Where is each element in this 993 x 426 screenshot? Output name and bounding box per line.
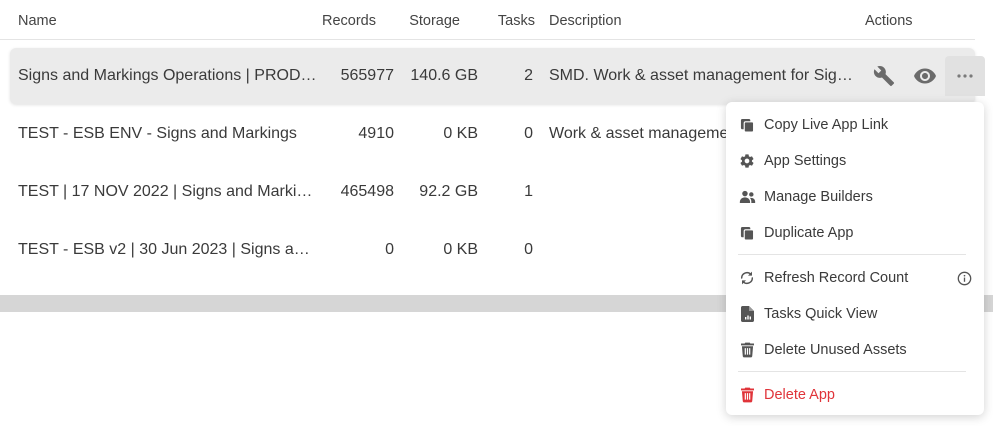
menu-item-app-settings[interactable]: App Settings — [726, 146, 984, 176]
app-name[interactable]: TEST - ESB v2 | 30 Jun 2023 | Signs and … — [18, 241, 318, 259]
trash-icon — [738, 386, 756, 404]
table-row[interactable]: Signs and Markings Operations | PRODUCTI… — [10, 48, 985, 104]
refresh-icon — [738, 269, 756, 287]
menu-item-label: Manage Builders — [764, 189, 873, 205]
menu-item-label: Delete App — [764, 387, 835, 403]
tasks-count: 1 — [524, 183, 533, 200]
tasks-count: 0 — [524, 241, 533, 258]
app-name[interactable]: TEST | 17 NOV 2022 | Signs and Markings — [18, 183, 318, 201]
trash-icon — [738, 341, 756, 359]
storage-size: 0 KB — [443, 125, 478, 142]
menu-item-duplicate-app[interactable]: Duplicate App — [726, 218, 984, 248]
header-description[interactable]: Description — [549, 13, 622, 29]
menu-item-copy-live-app-link[interactable]: Copy Live App Link — [726, 110, 984, 140]
copy-icon — [738, 116, 756, 134]
menu-item-label: Delete Unused Assets — [764, 342, 907, 358]
header-records[interactable]: Records — [322, 13, 376, 29]
storage-size: 0 KB — [443, 241, 478, 258]
duplicate-icon — [738, 224, 756, 242]
more-options-icon[interactable] — [945, 56, 985, 96]
header-storage[interactable]: Storage — [409, 13, 460, 29]
records-count: 0 — [385, 241, 394, 258]
app-name[interactable]: Signs and Markings Operations | PRODUCTI… — [18, 67, 318, 85]
menu-divider — [738, 254, 966, 255]
tasks-count: 2 — [524, 67, 533, 84]
menu-item-manage-builders[interactable]: Manage Builders — [726, 182, 984, 212]
menu-item-label: Tasks Quick View — [764, 306, 878, 322]
info-icon[interactable] — [956, 270, 972, 286]
menu-item-label: Duplicate App — [764, 225, 854, 241]
app-actions-menu: Copy Live App Link App Settings Manage B… — [726, 102, 984, 415]
records-count: 465498 — [340, 183, 394, 200]
menu-item-label: Refresh Record Count — [764, 270, 909, 286]
menu-item-delete-app[interactable]: Delete App — [726, 380, 984, 410]
records-count: 4910 — [358, 125, 394, 142]
menu-item-tasks-quick-view[interactable]: Tasks Quick View — [726, 299, 984, 329]
header-name[interactable]: Name — [18, 13, 57, 29]
storage-size: 92.2 GB — [419, 183, 478, 200]
users-icon — [738, 188, 756, 206]
menu-item-label: App Settings — [764, 153, 847, 169]
menu-item-label: Copy Live App Link — [764, 117, 889, 133]
menu-item-refresh-record-count[interactable]: Refresh Record Count — [726, 263, 984, 293]
wrench-icon[interactable] — [868, 60, 900, 92]
header-tasks[interactable]: Tasks — [498, 13, 535, 29]
eye-icon[interactable] — [909, 60, 941, 92]
storage-size: 140.6 GB — [410, 67, 478, 84]
tasks-count: 0 — [524, 125, 533, 142]
app-description: SMD. Work & asset management for Signs a… — [549, 67, 853, 84]
table-header: Name Records Storage Tasks Description A… — [0, 0, 975, 40]
app-name[interactable]: TEST - ESB ENV - Signs and Markings — [18, 125, 318, 143]
file-chart-icon — [738, 305, 756, 323]
records-count: 565977 — [340, 67, 394, 84]
gear-icon — [738, 152, 756, 170]
menu-item-delete-unused-assets[interactable]: Delete Unused Assets — [726, 335, 984, 365]
menu-divider — [738, 371, 966, 372]
header-actions: Actions — [865, 13, 913, 29]
